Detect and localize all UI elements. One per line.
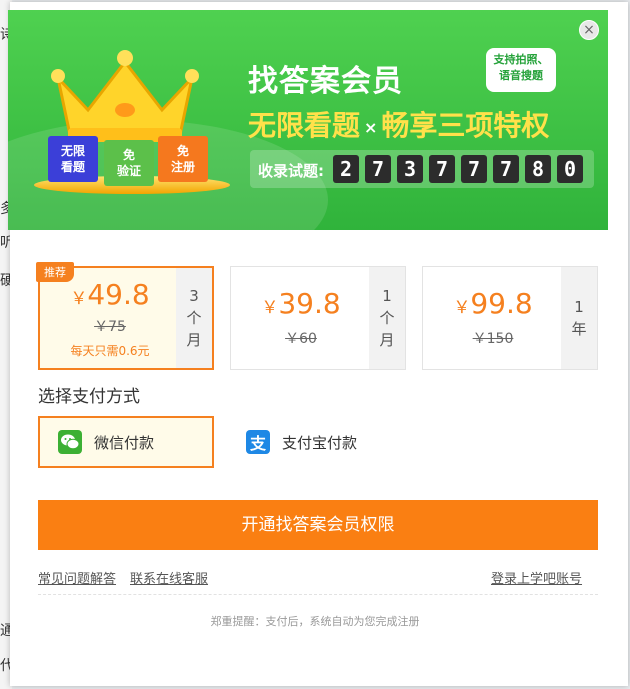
login-account-link[interactable]: 登录上学吧账号 bbox=[491, 568, 582, 587]
wechat-pay-option[interactable]: 微信付款 bbox=[38, 416, 214, 468]
plan-duration: 1个月 bbox=[369, 267, 405, 369]
plan-card-3-months[interactable]: 推荐 ￥49.8 ￥75 每天只需0.6元 3个月 bbox=[36, 262, 214, 370]
plan-original-price: ￥150 bbox=[472, 331, 514, 347]
plan-daily-price: 每天只需0.6元 bbox=[70, 344, 150, 358]
count-digit: 7 bbox=[365, 155, 391, 183]
question-count-digits: 2 7 3 7 7 7 8 0 bbox=[333, 155, 589, 183]
alipay-label: 支付宝付款 bbox=[282, 433, 358, 452]
plan-price: ￥49.8 bbox=[70, 278, 150, 311]
banner-subtitle: 无限看题 × 畅享三项特权 bbox=[248, 109, 550, 142]
alipay-icon: 支 bbox=[246, 430, 270, 454]
question-count-label: 收录试题: bbox=[258, 162, 324, 180]
count-digit: 7 bbox=[461, 155, 487, 183]
count-digit: 2 bbox=[333, 155, 359, 183]
alipay-option[interactable]: 支 支付宝付款 bbox=[230, 416, 406, 468]
count-digit: 3 bbox=[397, 155, 423, 183]
payment-hint: 郑重提醒：支付后，系统自动为您完成注册 bbox=[210, 615, 420, 628]
plan-duration: 1年 bbox=[561, 267, 597, 369]
count-digit: 8 bbox=[525, 155, 551, 183]
crown-icon bbox=[51, 50, 199, 142]
plan-price: ￥99.8 bbox=[453, 287, 533, 320]
wechat-pay-label: 微信付款 bbox=[94, 433, 155, 452]
banner-title: 找答案会员 bbox=[248, 64, 403, 99]
count-digit: 7 bbox=[429, 155, 455, 183]
plan-price: ￥39.8 bbox=[261, 287, 341, 320]
close-button[interactable]: × bbox=[579, 20, 599, 40]
online-service-link[interactable]: 联系在线客服 bbox=[130, 568, 208, 587]
privilege-tag-unlimited: 无限 看题 bbox=[48, 136, 98, 182]
activate-membership-button[interactable]: 开通找答案会员权限 bbox=[38, 500, 598, 550]
plan-duration: 3个月 bbox=[176, 268, 212, 368]
payment-method-label: 选择支付方式 bbox=[38, 387, 140, 407]
privilege-tag-no-verify: 免验证 bbox=[104, 140, 154, 186]
faq-link[interactable]: 常见问题解答 bbox=[38, 568, 116, 587]
plan-original-price: ￥75 bbox=[94, 319, 126, 335]
plan-original-price: ￥60 bbox=[285, 331, 317, 347]
count-digit: 0 bbox=[557, 155, 583, 183]
privilege-tag-no-register: 免注册 bbox=[158, 136, 208, 182]
plan-card-1-year[interactable]: ￥99.8 ￥150 1年 bbox=[422, 266, 598, 370]
footer-divider bbox=[38, 594, 598, 595]
count-digit: 7 bbox=[493, 155, 519, 183]
wechat-icon bbox=[58, 430, 82, 454]
plan-card-1-month[interactable]: ￥39.8 ￥60 1个月 bbox=[230, 266, 406, 370]
banner-feature-bubble: 支持拍照、 语音搜题 bbox=[486, 48, 556, 92]
